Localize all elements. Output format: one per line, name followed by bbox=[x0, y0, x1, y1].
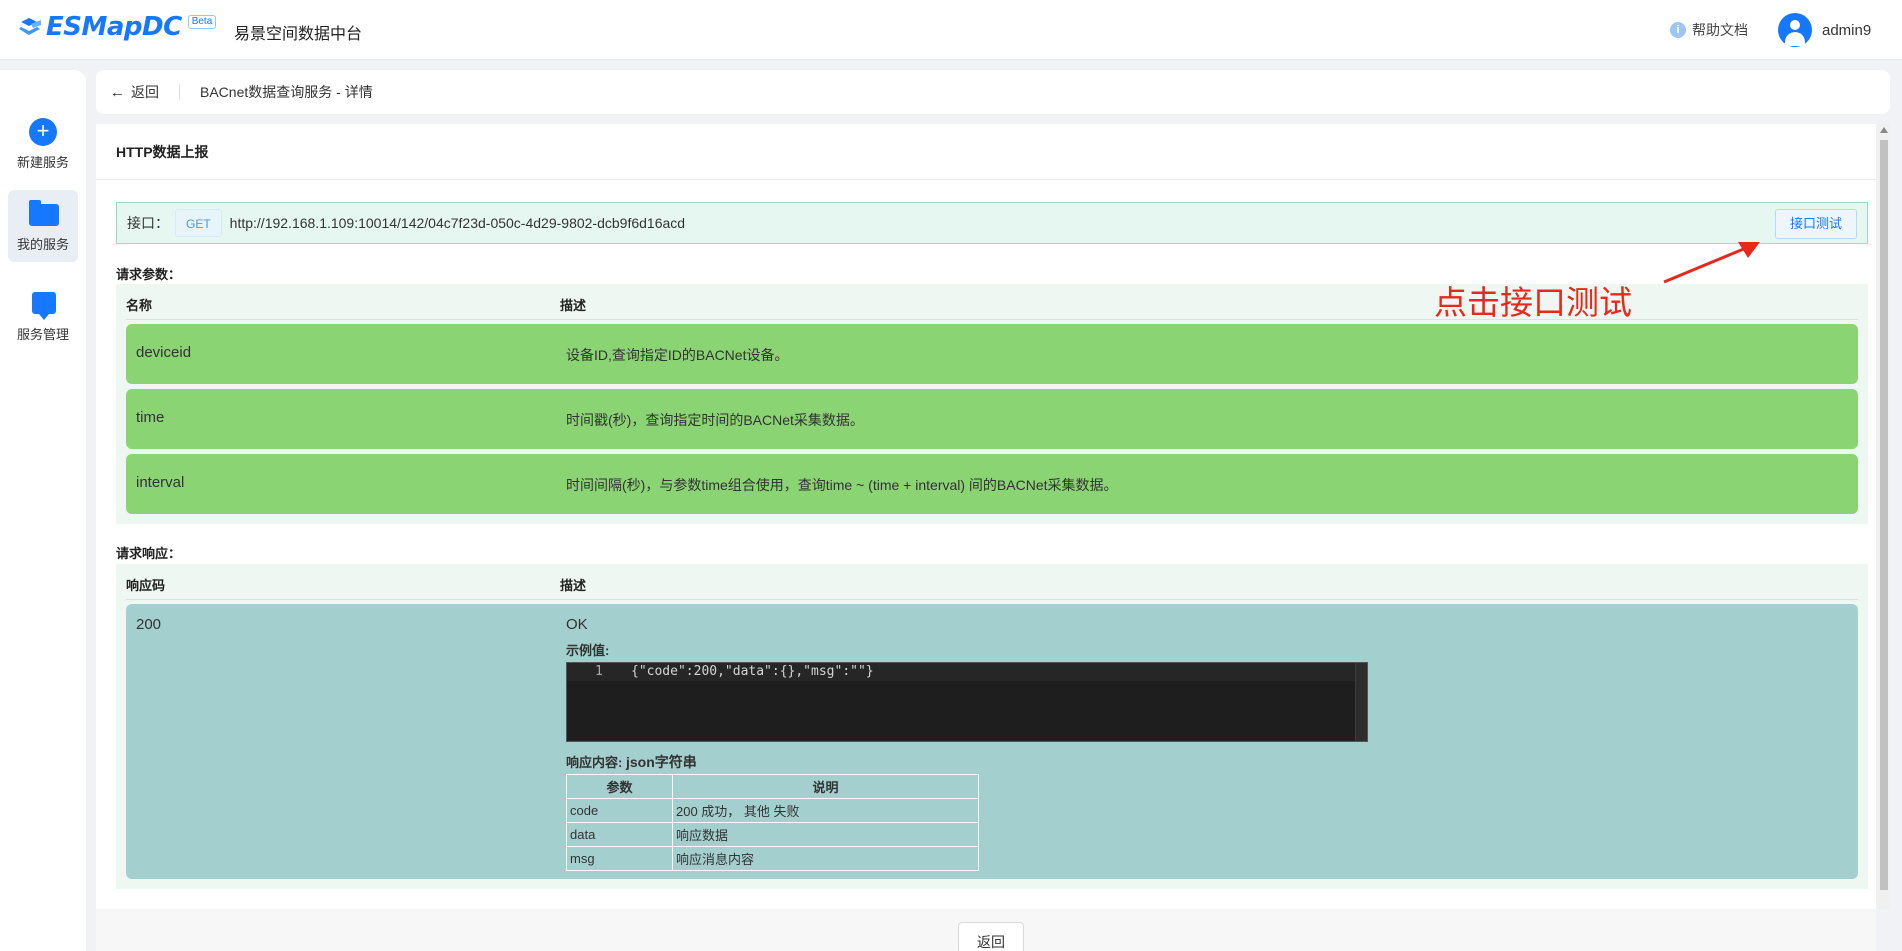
table-row: code 200 成功， 其他 失败 bbox=[566, 798, 979, 823]
card-title: HTTP数据上报 bbox=[96, 124, 1876, 180]
sidebar-item-new-service[interactable]: + 新建服务 bbox=[8, 108, 78, 180]
username: admin9 bbox=[1822, 21, 1872, 39]
user-menu[interactable]: admin9 bbox=[1778, 13, 1871, 47]
endpoint-url: http://192.168.1.109:10014/142/04c7f23d-… bbox=[229, 215, 686, 231]
scroll-thumb[interactable] bbox=[1880, 140, 1888, 890]
table-row: time 时间戳(秒)，查询指定时间的BACNet采集数据。 bbox=[126, 389, 1858, 449]
col-code-header: 响应码 bbox=[126, 578, 166, 593]
response-spec-table: 参数 说明 code 200 成功， 其他 失败 data 响应数据 msg 响… bbox=[566, 774, 979, 871]
spec-desc: 响应数据 bbox=[672, 822, 979, 847]
table-row: 200 OK 示例值: 1 {"code":200,"data":{},"msg… bbox=[126, 604, 1858, 879]
api-test-button[interactable]: 接口测试 bbox=[1774, 209, 1857, 239]
breadcrumb: ← 返回 BACnet数据查询服务 - 详情 bbox=[96, 70, 1890, 114]
endpoint-label: 接口： bbox=[127, 215, 169, 231]
annotation-text: 点击接口测试 bbox=[1434, 283, 1632, 322]
example-label: 示例值: bbox=[566, 643, 610, 658]
help-docs-label: 帮助文档 bbox=[1692, 22, 1748, 38]
response-code: 200 bbox=[136, 616, 162, 633]
param-name: deviceid bbox=[136, 344, 192, 361]
sidebar-item-label: 新建服务 bbox=[16, 155, 69, 170]
info-icon: i bbox=[1670, 22, 1686, 38]
logo-text: ESMapDC bbox=[46, 12, 182, 42]
logo-icon bbox=[18, 14, 44, 40]
param-desc: 设备ID,查询指定ID的BACNet设备。 bbox=[566, 347, 789, 363]
table-row: interval 时间间隔(秒)，与参数time组合使用，查询time ~ (t… bbox=[126, 454, 1858, 514]
top-bar: ESMapDC Beta 易景空间数据中台 i 帮助文档 admin9 bbox=[0, 0, 1902, 60]
col-desc-header: 描述 bbox=[560, 578, 587, 593]
back-link[interactable]: ← 返回 bbox=[110, 82, 159, 102]
spec-param: msg bbox=[566, 846, 673, 871]
sidebar-item-my-services[interactable]: 我的服务 bbox=[8, 190, 78, 262]
help-docs-link[interactable]: i 帮助文档 bbox=[1670, 20, 1748, 40]
page-title: BACnet数据查询服务 - 详情 bbox=[200, 84, 373, 100]
spec-desc: 响应消息内容 bbox=[672, 846, 979, 871]
table-row: msg 响应消息内容 bbox=[566, 846, 979, 871]
spec-header-param: 参数 bbox=[566, 774, 673, 799]
footer-back-button[interactable]: 返回 bbox=[958, 922, 1024, 951]
detail-card: HTTP数据上报 接口： GET http://192.168.1.109:10… bbox=[96, 124, 1876, 909]
table-row: deviceid 设备ID,查询指定ID的BACNet设备。 bbox=[126, 324, 1858, 384]
spec-header-desc: 说明 bbox=[672, 774, 979, 799]
col-desc-header: 描述 bbox=[560, 298, 587, 313]
param-desc: 时间戳(秒)，查询指定时间的BACNet采集数据。 bbox=[566, 412, 864, 428]
logo[interactable]: ESMapDC Beta bbox=[18, 12, 217, 42]
example-code-editor[interactable]: 1 {"code":200,"data":{},"msg":""} bbox=[566, 662, 1368, 742]
arrow-left-icon: ← bbox=[110, 83, 125, 101]
response-label: 请求响应： bbox=[116, 546, 182, 561]
spec-param: code bbox=[566, 798, 673, 823]
code-line: 1 {"code":200,"data":{},"msg":""} bbox=[567, 663, 1355, 681]
spec-desc: 200 成功， 其他 失败 bbox=[672, 798, 979, 823]
method-badge: GET bbox=[175, 209, 222, 237]
sidebar: + 新建服务 我的服务 服务管理 bbox=[0, 70, 86, 951]
table-header: 响应码 描述 bbox=[126, 564, 1858, 600]
sidebar-item-service-management[interactable]: 服务管理 bbox=[8, 280, 78, 352]
response-table: 响应码 描述 200 OK 示例值: 1 {"code":200,"data":… bbox=[116, 564, 1868, 889]
endpoint-bar: 接口： GET http://192.168.1.109:10014/142/0… bbox=[116, 202, 1868, 244]
param-desc: 时间间隔(秒)，与参数time组合使用，查询time ~ (time + int… bbox=[566, 477, 1118, 493]
folder-icon bbox=[29, 200, 59, 228]
code-text: {"code":200,"data":{},"msg":""} bbox=[631, 664, 874, 679]
spec-param: data bbox=[566, 822, 673, 847]
request-params-label: 请求参数： bbox=[116, 267, 182, 282]
line-number: 1 bbox=[595, 664, 603, 679]
response-status: OK bbox=[566, 616, 588, 633]
back-label: 返回 bbox=[131, 84, 159, 100]
avatar-icon bbox=[1778, 13, 1812, 47]
bookmark-icon bbox=[29, 290, 57, 320]
scroll-up-icon[interactable] bbox=[1880, 127, 1888, 133]
editor-scrollbar[interactable] bbox=[1355, 663, 1367, 741]
sidebar-item-label: 我的服务 bbox=[16, 237, 69, 252]
app-name: 易景空间数据中台 bbox=[234, 26, 363, 43]
plus-circle-icon: + bbox=[29, 118, 57, 146]
content-label-text: 响应内容: bbox=[566, 755, 623, 770]
sidebar-item-label: 服务管理 bbox=[16, 327, 69, 342]
response-content-label: 响应内容: json字符串 bbox=[566, 752, 697, 772]
content-type: json字符串 bbox=[625, 754, 697, 770]
page-scrollbar[interactable] bbox=[1878, 124, 1890, 909]
table-row: data 响应数据 bbox=[566, 822, 979, 847]
breadcrumb-divider bbox=[179, 84, 180, 100]
beta-badge: Beta bbox=[187, 15, 217, 29]
annotation-arrow-icon bbox=[1663, 242, 1760, 284]
col-name-header: 名称 bbox=[126, 298, 153, 313]
param-name: time bbox=[136, 409, 165, 426]
param-name: interval bbox=[136, 474, 185, 491]
